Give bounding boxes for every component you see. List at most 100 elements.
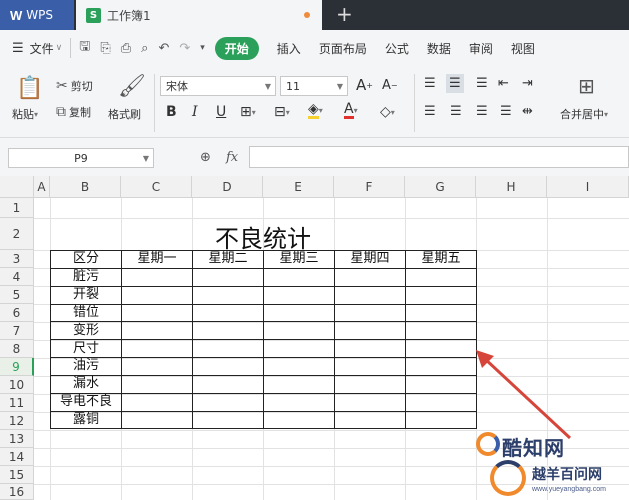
row-header-10[interactable]: 10 (0, 376, 34, 394)
data-cell[interactable] (192, 285, 264, 305)
tab-insert[interactable]: 插入 (277, 40, 301, 57)
row-header-14[interactable]: 14 (0, 448, 34, 466)
category-cell[interactable]: 变形 (50, 321, 122, 341)
format-painter-button[interactable]: 格式刷 (108, 106, 141, 122)
new-tab-button[interactable]: + (336, 2, 353, 26)
wps-home-tab[interactable]: W WPS (0, 0, 74, 30)
cut-button[interactable]: ✂ 剪切 (56, 78, 93, 94)
data-cell[interactable] (334, 410, 406, 430)
tab-formulas[interactable]: 公式 (385, 40, 409, 57)
font-size-select[interactable]: 11 ▼ (280, 76, 348, 96)
underline-button[interactable]: U (216, 104, 226, 120)
row-header-12[interactable]: 12 (0, 412, 34, 430)
decrease-font-button[interactable]: A − (382, 78, 398, 93)
table-header-cell[interactable]: 区分 (50, 250, 122, 269)
data-cell[interactable] (405, 303, 477, 323)
align-center-button[interactable]: ☰ (450, 104, 462, 119)
row-header-3[interactable]: 3 (0, 250, 34, 268)
paste-button[interactable]: 粘贴 ▾ (12, 106, 38, 122)
export-icon[interactable]: ⎘ (100, 41, 110, 56)
cell-style-button[interactable]: ⊟ ▾ (274, 104, 290, 120)
data-cell[interactable] (121, 303, 193, 323)
data-cell[interactable] (121, 285, 193, 305)
column-header-i[interactable]: I (547, 176, 629, 198)
chevron-down-icon[interactable]: ∨ (56, 43, 63, 53)
data-cell[interactable] (334, 357, 406, 376)
data-cell[interactable] (405, 285, 477, 305)
more-icon[interactable]: ▾ (200, 43, 205, 53)
column-header-d[interactable]: D (192, 176, 263, 198)
save-icon[interactable]: 🖫 (79, 37, 90, 59)
data-cell[interactable] (405, 374, 477, 394)
row-header-13[interactable]: 13 (0, 430, 34, 448)
align-middle-button[interactable]: ☰ (446, 74, 464, 93)
column-header-b[interactable]: B (50, 176, 121, 198)
sheet-title-cell[interactable]: 不良统计 (50, 218, 476, 254)
justify-button[interactable]: ☰ (500, 104, 512, 119)
align-left-button[interactable]: ☰ (424, 104, 436, 119)
tab-review[interactable]: 审阅 (469, 40, 493, 57)
bold-button[interactable]: B (166, 104, 177, 120)
format-painter-icon[interactable]: 🖌 (118, 74, 146, 99)
category-cell[interactable]: 漏水 (50, 374, 122, 394)
clear-button[interactable]: ◇ ▾ (380, 104, 395, 120)
align-right-button[interactable]: ☰ (476, 104, 488, 119)
data-cell[interactable] (334, 392, 406, 412)
data-cell[interactable] (405, 321, 477, 341)
data-cell[interactable] (263, 267, 335, 287)
table-header-cell[interactable]: 星期一 (121, 250, 193, 269)
data-cell[interactable] (121, 321, 193, 341)
data-cell[interactable] (121, 374, 193, 394)
category-cell[interactable]: 露铜 (50, 410, 122, 430)
indent-decrease-button[interactable]: ⇤ (498, 76, 509, 91)
table-header-cell[interactable]: 星期四 (334, 250, 406, 269)
data-cell[interactable] (192, 303, 264, 323)
row-header-8[interactable]: 8 (0, 340, 34, 358)
data-cell[interactable] (334, 285, 406, 305)
data-cell[interactable] (405, 339, 477, 359)
indent-increase-button[interactable]: ⇥ (522, 76, 533, 91)
redo-icon[interactable]: ↷ (179, 41, 190, 56)
data-cell[interactable] (121, 392, 193, 412)
data-cell[interactable] (334, 267, 406, 287)
font-color-button[interactable]: A ▾ (344, 102, 358, 119)
column-header-f[interactable]: F (334, 176, 405, 198)
row-header-7[interactable]: 7 (0, 322, 34, 340)
data-cell[interactable] (121, 410, 193, 430)
category-cell[interactable]: 脏污 (50, 267, 122, 287)
print-preview-icon[interactable]: ⌕ (141, 41, 148, 56)
category-cell[interactable]: 导电不良 (50, 392, 122, 412)
copy-button[interactable]: ⧉ 复制 (56, 104, 91, 120)
data-cell[interactable] (263, 321, 335, 341)
data-cell[interactable] (405, 267, 477, 287)
data-cell[interactable] (263, 303, 335, 323)
column-header-e[interactable]: E (263, 176, 334, 198)
function-icon[interactable]: fx (226, 150, 238, 165)
category-cell[interactable]: 油污 (50, 357, 122, 376)
data-cell[interactable] (334, 339, 406, 359)
row-header-6[interactable]: 6 (0, 304, 34, 322)
row-header-9[interactable]: 9 (0, 358, 34, 376)
paste-icon[interactable]: 📋 (16, 76, 43, 101)
row-header-15[interactable]: 15 (0, 466, 34, 484)
data-cell[interactable] (405, 392, 477, 412)
column-header-c[interactable]: C (121, 176, 192, 198)
zoom-lookup-icon[interactable]: ⊕ (200, 150, 211, 165)
data-cell[interactable] (263, 374, 335, 394)
data-cell[interactable] (334, 374, 406, 394)
data-cell[interactable] (192, 410, 264, 430)
table-header-cell[interactable]: 星期二 (192, 250, 264, 269)
data-cell[interactable] (263, 410, 335, 430)
tab-home[interactable]: 开始 (214, 36, 259, 60)
print-icon[interactable]: ⎙ (121, 41, 131, 56)
category-cell[interactable]: 开裂 (50, 285, 122, 305)
row-header-4[interactable]: 4 (0, 268, 34, 286)
data-cell[interactable] (263, 285, 335, 305)
align-bottom-button[interactable]: ☰ (476, 76, 488, 91)
hamburger-menu-icon[interactable]: ☰ (12, 41, 24, 56)
table-header-cell[interactable]: 星期五 (405, 250, 477, 269)
tab-page-layout[interactable]: 页面布局 (319, 40, 367, 57)
row-header-16[interactable]: 16 (0, 484, 34, 500)
row-header-2[interactable]: 2 (0, 218, 34, 250)
column-header-h[interactable]: H (476, 176, 547, 198)
